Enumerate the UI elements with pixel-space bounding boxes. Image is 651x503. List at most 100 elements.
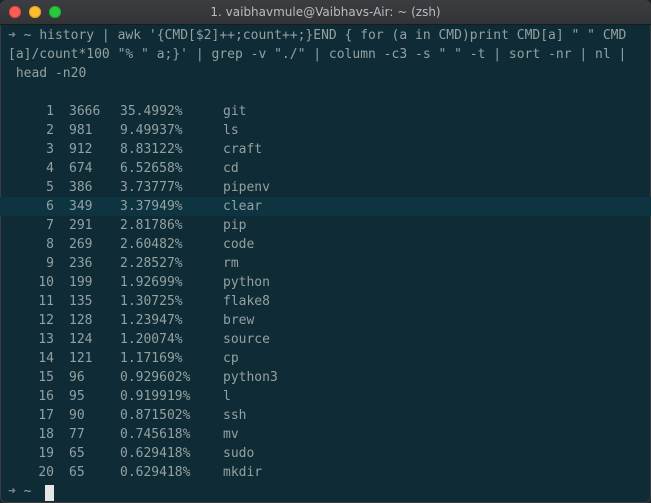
row-percent: 1.23947% <box>120 313 183 328</box>
row-percent: 0.929602% <box>120 370 191 385</box>
text-cursor <box>45 485 54 501</box>
row-percent: 9.49937% <box>120 123 183 138</box>
row-command: flake8 <box>223 294 270 309</box>
table-row: 3 912 8.83122% craft <box>0 140 651 159</box>
row-percent: 0.919919% <box>120 389 191 404</box>
row-percent: 3.73777% <box>120 180 183 195</box>
row-count: 3666 <box>69 104 101 119</box>
table-row: 12 128 1.23947% brew <box>0 311 651 330</box>
title-bar[interactable]: 1. vaibhavmule@Vaibhavs-Air: ~ (zsh) <box>0 0 651 25</box>
row-number: 1 <box>46 104 54 119</box>
row-number: 17 <box>38 408 54 423</box>
table-row: 1 3666 35.4992% git <box>0 102 651 121</box>
row-count: 121 <box>69 351 93 366</box>
row-command: cd <box>223 161 239 176</box>
row-number: 20 <box>38 465 54 480</box>
row-count: 65 <box>69 465 85 480</box>
active-prompt: ➜ ~ <box>8 482 31 501</box>
row-command: craft <box>223 142 263 157</box>
row-count: 199 <box>69 275 93 290</box>
row-number: 9 <box>46 256 54 271</box>
table-row: 9 236 2.28527% rm <box>0 254 651 273</box>
row-count: 674 <box>69 161 93 176</box>
row-number: 5 <box>46 180 54 195</box>
row-number: 2 <box>46 123 54 138</box>
table-row: 2 981 9.49937% ls <box>0 121 651 140</box>
table-row: 10 199 1.92699% python <box>0 273 651 292</box>
row-command: pip <box>223 218 247 233</box>
row-count: 124 <box>69 332 93 347</box>
row-percent: 0.629418% <box>120 465 191 480</box>
table-row: 5 386 3.73777% pipenv <box>0 178 651 197</box>
row-command: rm <box>223 256 239 271</box>
row-command: l <box>223 389 231 404</box>
row-number: 13 <box>38 332 54 347</box>
table-row: 6 349 3.37949% clear <box>0 197 651 216</box>
row-number: 19 <box>38 446 54 461</box>
command-text-1: history | awk '{CMD[$2]++;count++;}END {… <box>39 28 627 43</box>
row-count: 135 <box>69 294 93 309</box>
table-row: 13 124 1.20074% source <box>0 330 651 349</box>
prompt-arrow-icon: ➜ <box>8 484 16 499</box>
row-command: brew <box>223 313 255 328</box>
row-count: 236 <box>69 256 93 271</box>
row-number: 12 <box>38 313 54 328</box>
row-command: git <box>223 104 247 119</box>
row-number: 16 <box>38 389 54 404</box>
row-command: clear <box>223 199 263 214</box>
row-number: 15 <box>38 370 54 385</box>
table-row: 14 121 1.17169% cp <box>0 349 651 368</box>
row-percent: 0.629418% <box>120 446 191 461</box>
row-command: ssh <box>223 408 247 423</box>
table-row: 15 96 0.929602% python3 <box>0 368 651 387</box>
row-percent: 2.28527% <box>120 256 183 271</box>
row-count: 269 <box>69 237 93 252</box>
row-number: 8 <box>46 237 54 252</box>
row-percent: 1.30725% <box>120 294 183 309</box>
row-percent: 3.37949% <box>120 199 183 214</box>
row-command: python3 <box>223 370 278 385</box>
prompt-arrow-icon: ➜ <box>8 28 16 43</box>
table-row: 7 291 2.81786% pip <box>0 216 651 235</box>
row-count: 981 <box>69 123 93 138</box>
row-command: python <box>223 275 270 290</box>
row-count: 90 <box>69 408 85 423</box>
row-command: mkdir <box>223 465 263 480</box>
row-percent: 6.52658% <box>120 161 183 176</box>
row-number: 14 <box>38 351 54 366</box>
prompt-cwd: ~ <box>23 484 32 499</box>
row-number: 18 <box>38 427 54 442</box>
table-row: 16 95 0.919919% l <box>0 387 651 406</box>
terminal-window: 1. vaibhavmule@Vaibhavs-Air: ~ (zsh) ➜ ~… <box>0 0 651 503</box>
row-percent: 0.871502% <box>120 408 191 423</box>
row-count: 349 <box>69 199 93 214</box>
terminal-content[interactable]: ➜ ~ history | awk '{CMD[$2]++;count++;}E… <box>0 25 651 503</box>
row-percent: 1.17169% <box>120 351 183 366</box>
row-number: 10 <box>38 275 54 290</box>
command-block: ➜ ~ history | awk '{CMD[$2]++;count++;}E… <box>8 26 648 83</box>
row-number: 4 <box>46 161 54 176</box>
row-command: mv <box>223 427 239 442</box>
row-command: pipenv <box>223 180 270 195</box>
row-count: 95 <box>69 389 85 404</box>
row-count: 386 <box>69 180 93 195</box>
row-count: 96 <box>69 370 85 385</box>
row-command: sudo <box>223 446 255 461</box>
row-count: 65 <box>69 446 85 461</box>
row-number: 6 <box>46 199 54 214</box>
row-count: 912 <box>69 142 93 157</box>
command-text-3: head -n20 <box>8 66 87 81</box>
row-command: source <box>223 332 270 347</box>
row-percent: 2.60482% <box>120 237 183 252</box>
row-command: ls <box>223 123 239 138</box>
output-table: 1 3666 35.4992% git 2 981 9.49937% ls 3 912 8.8312… <box>0 102 651 482</box>
row-number: 11 <box>38 294 54 309</box>
row-count: 128 <box>69 313 93 328</box>
window-title: 1. vaibhavmule@Vaibhavs-Air: ~ (zsh) <box>210 5 441 19</box>
table-row: 11 135 1.30725% flake8 <box>0 292 651 311</box>
row-percent: 35.4992% <box>120 104 183 119</box>
command-line-1: ➜ ~ history | awk '{CMD[$2]++;count++;}E… <box>8 26 648 45</box>
row-percent: 2.81786% <box>120 218 183 233</box>
table-row: 20 65 0.629418% mkdir <box>0 463 651 482</box>
row-percent: 0.745618% <box>120 427 191 442</box>
